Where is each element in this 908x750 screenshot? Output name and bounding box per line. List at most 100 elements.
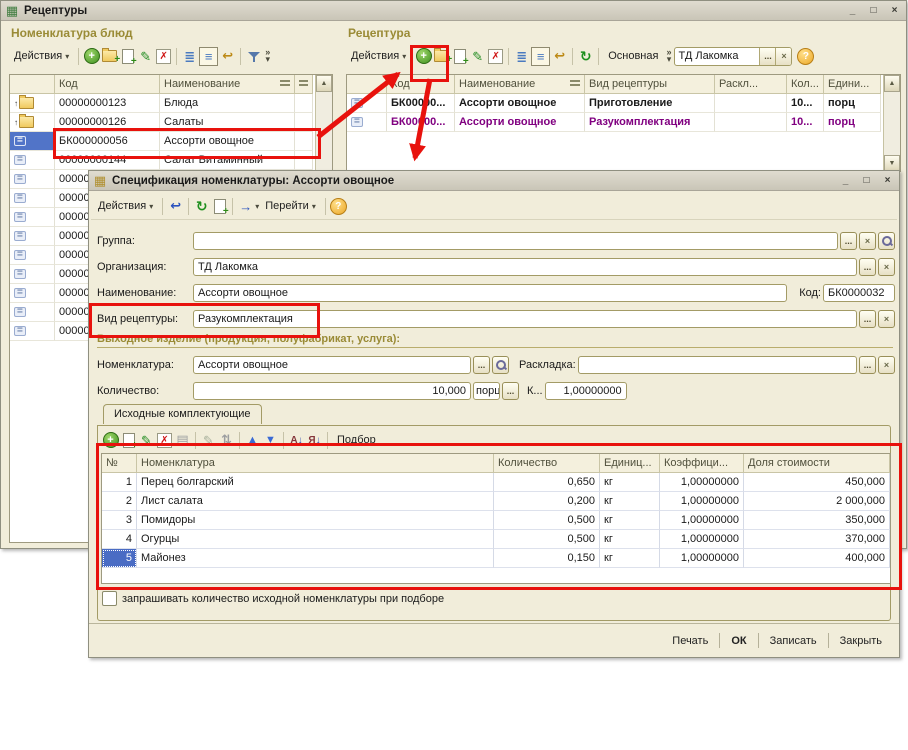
- cell-n[interactable]: 5: [102, 549, 137, 568]
- row-selector-cell[interactable]: =: [10, 322, 55, 341]
- row-selector-cell[interactable]: =: [347, 94, 387, 113]
- row-selector-cell[interactable]: =: [10, 246, 55, 265]
- cell-qty[interactable]: 0,150: [494, 549, 600, 568]
- dialog-actions-button[interactable]: Действия ▾: [93, 194, 158, 218]
- recipe-col-unit[interactable]: Едини...: [824, 75, 881, 94]
- pick-button[interactable]: Подбор: [332, 428, 381, 452]
- organization-filter-combo[interactable]: ТД Лакомка ... ×: [674, 47, 792, 66]
- recipe-type-clear-button[interactable]: ×: [878, 310, 895, 328]
- cell-unit[interactable]: кг: [600, 549, 660, 568]
- recipe-refresh-button[interactable]: ↻: [577, 48, 594, 65]
- print-button[interactable]: Печать: [663, 632, 717, 650]
- cell-qty[interactable]: 10...: [787, 113, 824, 132]
- comp-col-qty[interactable]: Количество: [494, 454, 600, 473]
- organization-field[interactable]: ТД Лакомка: [193, 258, 857, 276]
- recipes-titlebar[interactable]: ▦ Рецептуры _ □ ×: [1, 1, 906, 21]
- unit-select-button[interactable]: ...: [502, 382, 519, 400]
- recipe-col-code[interactable]: Код: [387, 75, 455, 94]
- row-selector-cell[interactable]: =: [10, 132, 55, 151]
- cell-code[interactable]: 00000000144: [55, 151, 160, 170]
- recipe-col-qty[interactable]: Кол...: [787, 75, 824, 94]
- layout-clear-button[interactable]: ×: [878, 356, 895, 374]
- recipe-actions-button[interactable]: Действия ▾: [346, 44, 411, 68]
- cell-code[interactable]: БК00000...: [387, 94, 455, 113]
- sort-asc-button[interactable]: А↓: [288, 432, 305, 449]
- cell-unit[interactable]: порц: [824, 113, 881, 132]
- maximize-button[interactable]: □: [866, 4, 881, 17]
- row-selector-cell[interactable]: =: [10, 151, 55, 170]
- cell-name[interactable]: Майонез: [137, 549, 494, 568]
- comp-copy-button[interactable]: +: [120, 432, 137, 449]
- table-row[interactable]: ↑00000000123Блюда: [10, 94, 332, 113]
- recipe-toolbar-overflow-button[interactable]: »▾: [664, 49, 673, 63]
- row-selector-cell[interactable]: =: [10, 284, 55, 303]
- table-row[interactable]: ↑00000000126Салаты: [10, 113, 332, 132]
- table-row[interactable]: 5Майонез0,150кг1,00000000400,000: [102, 549, 890, 568]
- comp-col-coef[interactable]: Коэффици...: [660, 454, 744, 473]
- write-button[interactable]: Записать: [761, 632, 826, 650]
- unit-field[interactable]: порц: [473, 382, 500, 400]
- cell-coef[interactable]: 1,00000000: [660, 473, 744, 492]
- comp-delete-button[interactable]: ✗: [156, 432, 173, 449]
- recipe-undo-level-button[interactable]: ↩: [551, 48, 568, 65]
- group-clear-button[interactable]: ×: [859, 232, 876, 250]
- scroll-up-button[interactable]: ▲: [316, 75, 332, 92]
- quantity-field[interactable]: 10,000: [193, 382, 471, 400]
- cell-coef[interactable]: 1,00000000: [660, 492, 744, 511]
- dishes-col-code[interactable]: Код: [55, 75, 160, 94]
- cell-name[interactable]: Лист салата: [137, 492, 494, 511]
- table-row[interactable]: =00000000144Салат Витаминный: [10, 151, 332, 170]
- finish-editing-button[interactable]: ▤: [174, 432, 191, 449]
- recipe-tree-view-button[interactable]: ≣: [513, 48, 530, 65]
- cell-name[interactable]: Салаты: [160, 113, 295, 132]
- undo-level-button[interactable]: ↩: [219, 48, 236, 65]
- recipe-col-type[interactable]: Вид рецептуры: [585, 75, 715, 94]
- nomenclature-open-button[interactable]: [492, 356, 509, 374]
- organization-clear-button[interactable]: ×: [878, 258, 895, 276]
- cell-recipe-type[interactable]: Разукомплектация: [585, 113, 715, 132]
- add-button[interactable]: +: [83, 48, 100, 65]
- table-row[interactable]: 3Помидоры0,500кг1,00000000350,000: [102, 511, 890, 530]
- recipe-type-field[interactable]: Разукомплектация: [193, 310, 857, 328]
- comp-col-n[interactable]: №: [102, 454, 137, 473]
- cell-code[interactable]: БК000000056: [55, 132, 160, 151]
- table-row[interactable]: =БК00000...Ассорти овощноеПриготовление1…: [347, 94, 900, 113]
- cell-share[interactable]: 2 000,000: [744, 492, 890, 511]
- dishes-col-name[interactable]: Наименование: [160, 75, 295, 94]
- cell-unit[interactable]: кг: [600, 511, 660, 530]
- row-selector-cell[interactable]: =: [10, 208, 55, 227]
- cell-qty[interactable]: 0,200: [494, 492, 600, 511]
- ellipsis-button[interactable]: ...: [759, 48, 775, 65]
- nomenclature-select-button[interactable]: ...: [473, 356, 490, 374]
- recipe-type-select-button[interactable]: ...: [859, 310, 876, 328]
- reread-button[interactable]: ↩: [167, 198, 184, 215]
- group-field[interactable]: [193, 232, 838, 250]
- cell-unit[interactable]: кг: [600, 530, 660, 549]
- code-field[interactable]: БК0000032: [823, 284, 895, 302]
- cell-n[interactable]: 3: [102, 511, 137, 530]
- toolbar-overflow-button[interactable]: »▾: [263, 49, 272, 63]
- cell-name[interactable]: Помидоры: [137, 511, 494, 530]
- row-selector-cell[interactable]: ↑: [10, 94, 55, 113]
- tab-components[interactable]: Исходные комплектующие: [103, 404, 262, 424]
- row-selector-cell[interactable]: =: [10, 189, 55, 208]
- organization-select-button[interactable]: ...: [859, 258, 876, 276]
- cell-name[interactable]: Ассорти овощное: [455, 113, 585, 132]
- cell-name[interactable]: Перец болгарский: [137, 473, 494, 492]
- dishes-col-sort[interactable]: [295, 75, 313, 94]
- recipe-scrollbar[interactable]: ▲ ▼: [883, 75, 900, 172]
- recipe-edit-button[interactable]: ✎: [469, 48, 486, 65]
- cell-qty[interactable]: 0,500: [494, 511, 600, 530]
- comp-col-unit[interactable]: Единиц...: [600, 454, 660, 473]
- cell-coef[interactable]: 1,00000000: [660, 530, 744, 549]
- change-order-button[interactable]: ⇅: [218, 432, 235, 449]
- cell-share[interactable]: 350,000: [744, 511, 890, 530]
- recipe-col-selector[interactable]: [347, 75, 387, 94]
- list-view-button[interactable]: ≡: [199, 47, 218, 66]
- recipe-add-button[interactable]: +: [415, 48, 432, 65]
- row-selector-cell[interactable]: =: [347, 113, 387, 132]
- cell-share[interactable]: 400,000: [744, 549, 890, 568]
- recipe-delete-button[interactable]: ✗: [487, 48, 504, 65]
- sort-desc-button[interactable]: Я↓: [306, 432, 323, 449]
- table-row[interactable]: =БК000000056Ассорти овощное: [10, 132, 332, 151]
